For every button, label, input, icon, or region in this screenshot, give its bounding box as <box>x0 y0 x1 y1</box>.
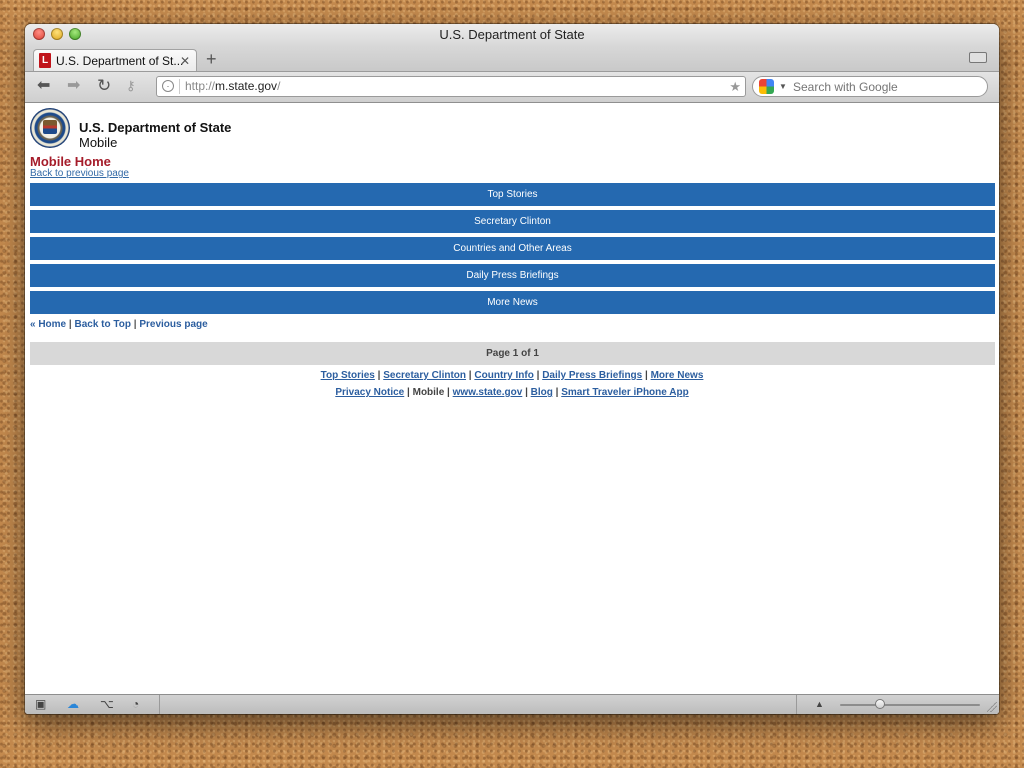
org-subtitle: Mobile <box>79 135 118 150</box>
menu-daily-press-briefings[interactable]: Daily Press Briefings <box>30 264 995 287</box>
zoom-slider[interactable] <box>840 704 980 706</box>
close-window-button[interactable] <box>33 28 45 40</box>
menu-top-stories[interactable]: Top Stories <box>30 183 995 206</box>
key-icon[interactable]: ⚷ <box>126 77 136 95</box>
page-title: Mobile Home <box>30 154 111 169</box>
footer-separator: | <box>522 387 531 398</box>
footer-separator: | <box>533 370 543 381</box>
back-to-previous-link[interactable]: Back to previous page <box>30 168 129 179</box>
search-bar[interactable]: ▼ <box>752 76 988 97</box>
page-indicator: Page 1 of 1 <box>30 342 995 365</box>
site-favicon-icon: L <box>39 53 51 68</box>
footer-separator: | <box>404 387 413 398</box>
window-title: U.S. Department of State <box>439 27 585 42</box>
footer-mobile-label: Mobile <box>412 387 445 398</box>
new-tab-icon[interactable]: + <box>206 47 217 71</box>
tab-overview-icon[interactable] <box>969 52 987 63</box>
footer-smart-traveler-link[interactable]: Smart Traveler iPhone App <box>561 387 688 398</box>
address-bar[interactable]: · http://m.state.gov/ ★ <box>156 76 746 97</box>
menu-secretary-clinton[interactable]: Secretary Clinton <box>30 210 995 233</box>
google-icon[interactable] <box>759 79 774 94</box>
footer-privacy-link[interactable]: Privacy Notice <box>335 387 404 398</box>
footer-daily-press-link[interactable]: Daily Press Briefings <box>542 370 642 381</box>
zoom-window-button[interactable] <box>69 28 81 40</box>
url-scheme: http:// <box>185 79 216 93</box>
footer-top-stories-link[interactable]: Top Stories <box>321 370 375 381</box>
chevron-down-icon[interactable]: ▼ <box>779 77 787 96</box>
eagle-emblem <box>43 120 57 134</box>
previous-page-link[interactable]: Previous page <box>139 319 207 330</box>
back-arrow-icon[interactable]: ⬅ <box>37 77 50 95</box>
url-path: / <box>277 79 281 93</box>
main-menu: Top Stories Secretary Clinton Countries … <box>30 183 995 318</box>
share-icon[interactable]: ⌥ <box>100 697 114 711</box>
status-bar: ▣ ☁ ⌥ ◔ ▲ <box>25 694 999 714</box>
chevron-up-icon[interactable]: ▲ <box>815 697 824 711</box>
menu-more-news[interactable]: More News <box>30 291 995 314</box>
bookmark-star-icon[interactable]: ★ <box>729 77 741 96</box>
speed-dial-icon[interactable]: ◔ <box>132 697 139 711</box>
footer-links-primary: Top Stories | Secretary Clinton | Countr… <box>25 370 999 381</box>
footer-website-link[interactable]: www.state.gov <box>453 387 523 398</box>
footer-country-info-link[interactable]: Country Info <box>474 370 533 381</box>
footer-blog-link[interactable]: Blog <box>531 387 553 398</box>
sidebar-toggle-icon[interactable]: ▣ <box>35 697 46 711</box>
status-divider <box>159 695 160 714</box>
state-dept-seal-icon <box>30 108 70 148</box>
browser-window: U.S. Department of State L U.S. Departme… <box>25 24 999 714</box>
back-to-top-link[interactable]: Back to Top <box>74 319 130 330</box>
cloud-icon[interactable]: ☁ <box>67 697 79 711</box>
footer-separator: | <box>552 387 562 398</box>
footer-separator: | <box>374 370 384 381</box>
url-divider <box>179 79 180 94</box>
footer-more-news-link[interactable]: More News <box>651 370 704 381</box>
zoom-slider-handle[interactable] <box>875 699 885 709</box>
tab-bar: L U.S. Department of St... ✕ + <box>25 47 999 72</box>
footer-separator: | <box>642 370 651 381</box>
org-name: U.S. Department of State <box>79 120 232 135</box>
search-input[interactable] <box>793 78 978 95</box>
tab-title: U.S. Department of St... <box>56 54 184 68</box>
minimize-window-button[interactable] <box>51 28 63 40</box>
reload-icon[interactable]: ↻ <box>97 77 111 95</box>
url-host: m.state.gov <box>215 79 278 93</box>
quick-nav: « Home | Back to Top | Previous page <box>30 319 208 330</box>
forward-arrow-icon[interactable]: ➡ <box>67 77 80 95</box>
footer-secretary-clinton-link[interactable]: Secretary Clinton <box>383 370 466 381</box>
close-tab-icon[interactable]: ✕ <box>180 50 190 72</box>
title-bar: U.S. Department of State <box>25 24 999 47</box>
globe-icon: · <box>162 80 174 92</box>
footer-links-secondary: Privacy Notice | Mobile | www.state.gov … <box>25 387 999 398</box>
menu-countries[interactable]: Countries and Other Areas <box>30 237 995 260</box>
home-link[interactable]: « Home <box>30 319 66 330</box>
resize-grip-icon[interactable] <box>987 702 997 712</box>
window-controls <box>33 28 81 40</box>
footer-separator: | <box>444 387 453 398</box>
nav-toolbar: ⬅ ➡ ↻ ⚷ · http://m.state.gov/ ★ ▼ <box>25 72 999 103</box>
status-divider <box>796 695 797 714</box>
url-text[interactable]: http://m.state.gov/ <box>185 77 280 96</box>
tab-state-dept[interactable]: L U.S. Department of St... ✕ <box>33 49 197 71</box>
page-content: U.S. Department of State Mobile Mobile H… <box>25 103 999 695</box>
